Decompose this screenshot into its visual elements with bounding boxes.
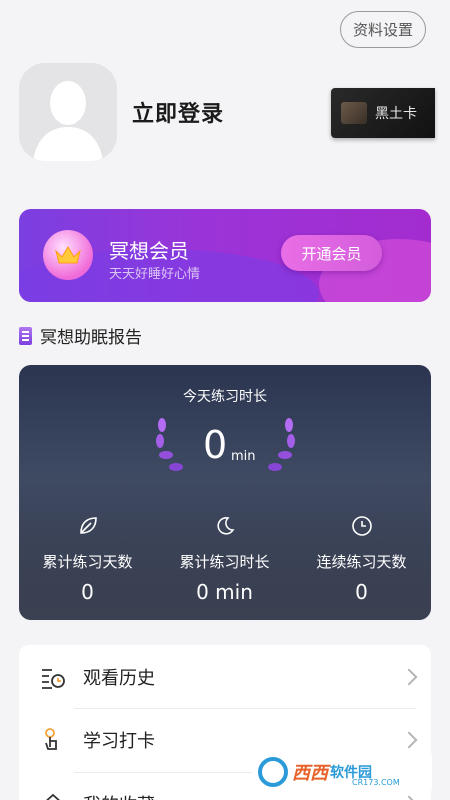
- clock-icon: [293, 513, 430, 539]
- laurel-right-icon: [268, 418, 295, 471]
- vip-title: 冥想会员: [109, 239, 189, 263]
- profile-settings-button[interactable]: 资料设置: [340, 11, 426, 48]
- default-avatar-icon: [19, 63, 117, 161]
- report-heading-label: 冥想助眠报告: [40, 328, 142, 348]
- checkin-icon: [39, 726, 67, 754]
- watermark-name: 西西: [292, 763, 328, 784]
- favorites-icon: [39, 790, 67, 800]
- stat-label: 连续练习天数: [316, 553, 407, 571]
- menu-item-label: 我的收藏: [83, 791, 155, 800]
- watermark-logo-icon: [258, 757, 288, 787]
- today-practice-label: 今天练习时长: [183, 389, 267, 405]
- practice-stats-card: 今天练习时长 0 min 累计练习天数 0 累计练习时长 0 min 连续练习天…: [19, 365, 431, 620]
- laurel-left-icon: [156, 418, 183, 471]
- menu-item-history[interactable]: 观看历史: [19, 646, 431, 708]
- black-card-button[interactable]: 黑土卡: [331, 88, 435, 138]
- today-practice-value: 0: [203, 423, 228, 467]
- leaf-icon: [19, 513, 156, 539]
- stat-label: 累计练习天数: [42, 553, 133, 571]
- report-book-icon: [19, 326, 32, 345]
- chevron-right-icon: [400, 795, 418, 800]
- avatar[interactable]: [19, 63, 117, 161]
- stat-total-days: 累计练习天数 0: [19, 513, 156, 604]
- site-watermark: 西西 软件园 CR173.COM: [252, 752, 432, 792]
- vip-banner[interactable]: 冥想会员 天天好睡好心情 开通会员: [19, 209, 431, 302]
- today-practice-unit: min: [231, 449, 256, 464]
- card-icon: [341, 102, 367, 124]
- login-link[interactable]: 立即登录: [132, 96, 224, 128]
- history-icon: [39, 663, 67, 691]
- menu-item-label: 学习打卡: [83, 731, 155, 752]
- vip-subtitle: 天天好睡好心情: [109, 267, 201, 282]
- watermark-url: CR173.COM: [352, 778, 400, 787]
- menu-item-label: 观看历史: [83, 668, 155, 689]
- moon-icon: [156, 513, 293, 539]
- black-card-label: 黑土卡: [375, 106, 417, 122]
- stat-value: 0 min: [196, 580, 253, 604]
- chevron-right-icon: [400, 668, 418, 686]
- stat-value: 0: [81, 580, 94, 604]
- open-vip-button[interactable]: 开通会员: [281, 235, 382, 271]
- chevron-right-icon: [400, 731, 418, 749]
- stat-streak-days: 连续练习天数 0: [293, 513, 430, 604]
- stat-label: 累计练习时长: [179, 553, 270, 571]
- report-heading: 冥想助眠报告: [19, 323, 142, 348]
- stat-total-duration: 累计练习时长 0 min: [156, 513, 293, 604]
- stat-value: 0: [355, 580, 368, 604]
- crown-icon: [43, 230, 93, 280]
